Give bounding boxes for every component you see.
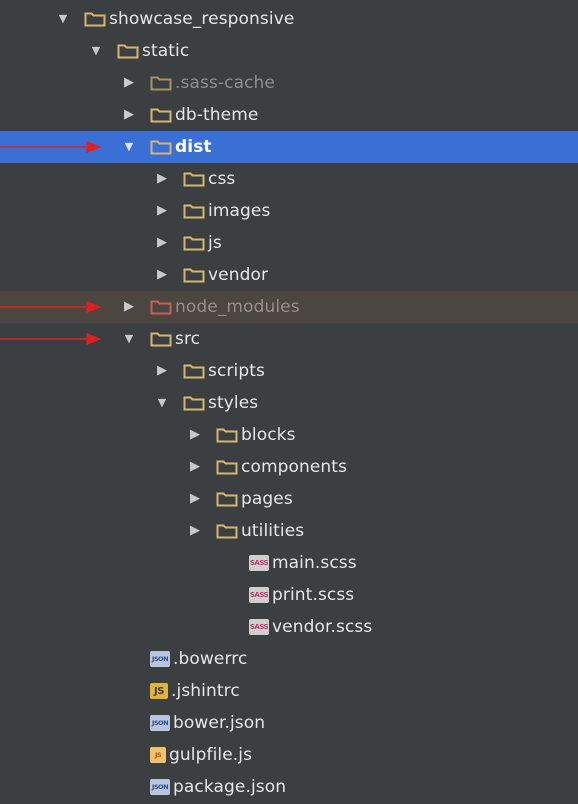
folder-icon: [117, 44, 139, 59]
project-file-tree: ▼ showcase_responsive ▼ static ▶ .sass-cache ▶…: [0, 0, 578, 804]
json-file-icon: JSON: [150, 715, 170, 731]
tree-item-label: vendor.scss: [272, 617, 373, 637]
tree-item-label: styles: [208, 393, 259, 413]
folder-icon: [216, 524, 238, 539]
tree-row-src[interactable]: ▼ src: [0, 323, 578, 355]
folder-icon: [150, 76, 172, 91]
collapsed-arrow-icon[interactable]: ▶: [154, 267, 170, 283]
tree-row-node-modules[interactable]: ▶ node_modules: [0, 291, 578, 323]
javascript-file-icon: JS: [150, 747, 166, 763]
tree-item-label: blocks: [241, 425, 296, 445]
tree-row-js[interactable]: ▶ js: [0, 227, 578, 259]
folder-icon: [84, 12, 106, 27]
folder-icon: [216, 428, 238, 443]
folder-icon: [183, 204, 205, 219]
tree-item-label: db-theme: [175, 105, 259, 125]
tree-row-components[interactable]: ▶ components: [0, 451, 578, 483]
tree-row-bower-json[interactable]: JSON bower.json: [0, 707, 578, 739]
tree-row-images[interactable]: ▶ images: [0, 195, 578, 227]
tree-row-utilities[interactable]: ▶ utilities: [0, 515, 578, 547]
tree-row-pages[interactable]: ▶ pages: [0, 483, 578, 515]
tree-row-print-scss[interactable]: SASS print.scss: [0, 579, 578, 611]
tree-row-styles[interactable]: ▼ styles: [0, 387, 578, 419]
tree-item-label: scripts: [208, 361, 265, 381]
tree-item-label: .jshintrc: [171, 681, 240, 701]
tree-row-scripts[interactable]: ▶ scripts: [0, 355, 578, 387]
sass-file-icon: SASS: [249, 587, 269, 603]
collapsed-arrow-icon[interactable]: ▶: [121, 75, 137, 91]
tree-row-package-json[interactable]: JSON package.json: [0, 771, 578, 803]
expanded-arrow-icon[interactable]: ▼: [55, 11, 71, 27]
tree-row-static[interactable]: ▼ static: [0, 35, 578, 67]
folder-icon: [183, 396, 205, 411]
expanded-arrow-icon[interactable]: ▼: [121, 331, 137, 347]
collapsed-arrow-icon[interactable]: ▶: [121, 107, 137, 123]
folder-icon: [183, 172, 205, 187]
tree-row-blocks[interactable]: ▶ blocks: [0, 419, 578, 451]
tree-item-label: print.scss: [272, 585, 355, 605]
folder-icon: [183, 268, 205, 283]
tree-item-label: .bowerrc: [173, 649, 248, 669]
collapsed-arrow-icon[interactable]: ▶: [154, 235, 170, 251]
tree-row-vendor-scss[interactable]: SASS vendor.scss: [0, 611, 578, 643]
folder-icon: [150, 332, 172, 347]
tree-row-db-theme[interactable]: ▶ db-theme: [0, 99, 578, 131]
tree-item-label: images: [208, 201, 271, 221]
json-file-icon: JSON: [150, 651, 170, 667]
excluded-folder-icon: [150, 300, 172, 315]
tree-item-label: gulpfile.js: [169, 745, 253, 765]
tree-row-vendor[interactable]: ▶ vendor: [0, 259, 578, 291]
tree-row-css[interactable]: ▶ css: [0, 163, 578, 195]
tree-item-label: css: [208, 169, 236, 189]
tree-item-label: main.scss: [272, 553, 357, 573]
sass-file-icon: SASS: [249, 555, 269, 571]
folder-icon: [216, 492, 238, 507]
collapsed-arrow-icon[interactable]: ▶: [121, 299, 137, 315]
tree-row-dist[interactable]: ▼ dist: [0, 131, 578, 163]
folder-icon: [150, 108, 172, 123]
expanded-arrow-icon[interactable]: ▼: [88, 43, 104, 59]
tree-row-gulpfile-js[interactable]: JS gulpfile.js: [0, 739, 578, 771]
tree-item-label: static: [142, 41, 190, 61]
collapsed-arrow-icon[interactable]: ▶: [187, 491, 203, 507]
expanded-arrow-icon[interactable]: ▼: [121, 139, 137, 155]
folder-icon: [183, 364, 205, 379]
tree-item-label: js: [208, 233, 222, 253]
collapsed-arrow-icon[interactable]: ▶: [154, 203, 170, 219]
tree-item-label: components: [241, 457, 348, 477]
tree-item-label: showcase_responsive: [109, 9, 295, 29]
tree-item-label: dist: [175, 137, 212, 157]
folder-icon: [183, 236, 205, 251]
tree-row-showcase-responsive[interactable]: ▼ showcase_responsive: [0, 3, 578, 35]
folder-icon: [150, 140, 172, 155]
collapsed-arrow-icon[interactable]: ▶: [154, 171, 170, 187]
folder-icon: [216, 460, 238, 475]
tree-item-label: .sass-cache: [175, 73, 275, 93]
tree-item-label: src: [175, 329, 201, 349]
js-file-icon: JS: [150, 683, 168, 699]
json-file-icon: JSON: [150, 779, 170, 795]
tree-item-label: node_modules: [175, 297, 300, 317]
collapsed-arrow-icon[interactable]: ▶: [154, 363, 170, 379]
tree-row-bowerrc[interactable]: JSON .bowerrc: [0, 643, 578, 675]
tree-item-label: pages: [241, 489, 293, 509]
tree-row-main-scss[interactable]: SASS main.scss: [0, 547, 578, 579]
tree-item-label: utilities: [241, 521, 305, 541]
collapsed-arrow-icon[interactable]: ▶: [187, 459, 203, 475]
tree-item-label: vendor: [208, 265, 269, 285]
collapsed-arrow-icon[interactable]: ▶: [187, 427, 203, 443]
tree-row-jshintrc[interactable]: JS .jshintrc: [0, 675, 578, 707]
expanded-arrow-icon[interactable]: ▼: [154, 395, 170, 411]
tree-row-sass-cache[interactable]: ▶ .sass-cache: [0, 67, 578, 99]
tree-item-label: package.json: [173, 777, 287, 797]
collapsed-arrow-icon[interactable]: ▶: [187, 523, 203, 539]
tree-item-label: bower.json: [173, 713, 266, 733]
sass-file-icon: SASS: [249, 619, 269, 635]
